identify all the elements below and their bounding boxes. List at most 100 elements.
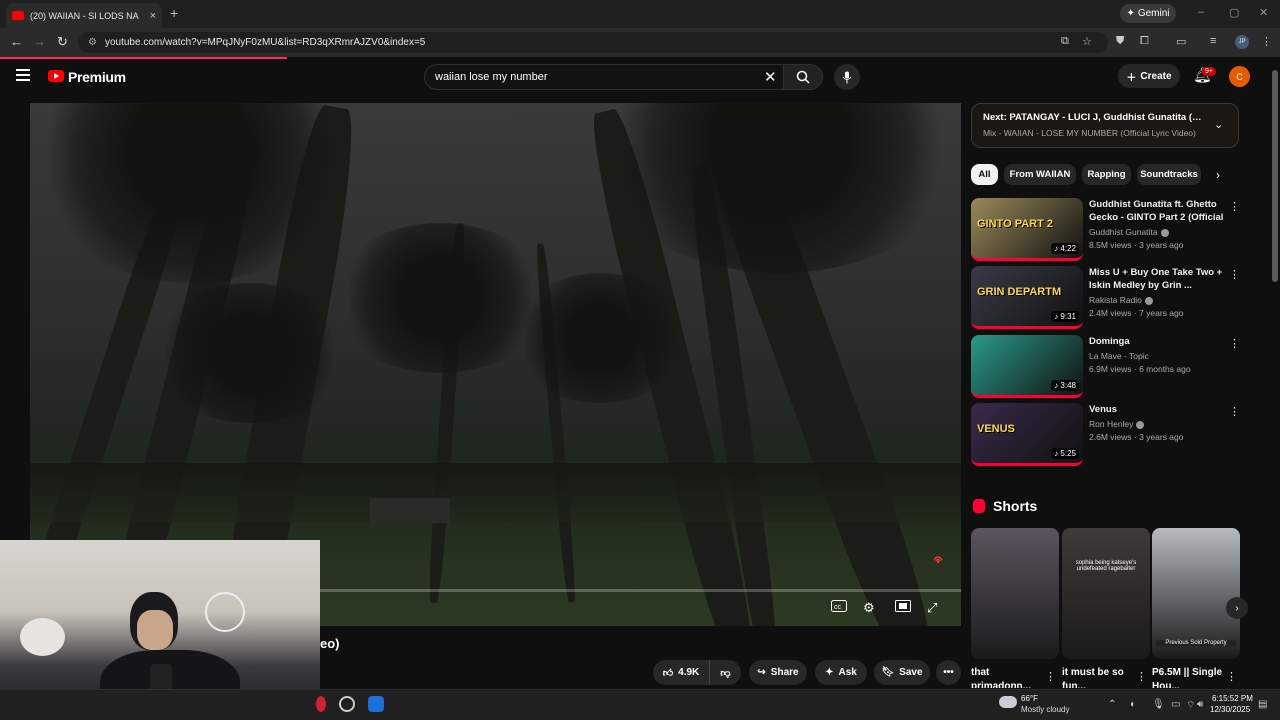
chevron-right-icon[interactable]: › <box>1216 168 1220 182</box>
recommended-video-item[interactable]: GINTO PART 2 ♪ 4:22 Guddhist Gunatita ft. … <box>971 198 1241 262</box>
save-button[interactable]: 🔖︎ Save <box>874 660 930 685</box>
like-button[interactable]: 👍︎ 4.9K <box>653 660 709 685</box>
channel-name[interactable]: Rakista Radio <box>1089 295 1153 305</box>
network-icon[interactable]: ⌔ <box>1186 699 1195 712</box>
shield-extension-icon[interactable]: ⛊ <box>1116 35 1124 48</box>
video-thumbnail[interactable]: VENUS ♪ 5:25 <box>971 403 1083 466</box>
video-duration: ♪ 4:22 <box>1051 243 1079 254</box>
search-button[interactable] <box>783 64 823 90</box>
recommended-video-item[interactable]: GRIN DEPARTM ♪ 9:31 Miss U + Buy One Take … <box>971 266 1241 330</box>
ask-button[interactable]: ✦ Ask <box>815 660 867 685</box>
browser-tab-strip <box>0 0 1280 28</box>
weather-description[interactable]: Mostly cloudy <box>1021 705 1069 714</box>
display-tray-icon[interactable]: ▭ <box>1171 699 1180 710</box>
video-title[interactable]: Dominga <box>1089 335 1224 348</box>
back-arrow-icon[interactable]: ← <box>10 34 23 49</box>
address-bar[interactable]: ⚙ youtube.com/watch?v=MPqJNyF0zMU&list=R… <box>78 32 1108 53</box>
cc-icon[interactable]: cc <box>831 600 847 615</box>
video-title[interactable]: Venus <box>1089 403 1224 416</box>
microphone-tray-icon[interactable]: 🎙︎ <box>1152 699 1165 710</box>
minimize-button[interactable]: – <box>1198 6 1204 18</box>
short-thumbnail[interactable]: sophia being katseye's undefeated rageba… <box>1062 528 1150 659</box>
gemini-button[interactable]: ✦ Gemini <box>1120 4 1176 23</box>
site-info-icon[interactable]: ⚙ <box>88 37 97 48</box>
youtube-premium-logo[interactable]: Premium <box>68 69 126 85</box>
taskbar-app-icon[interactable] <box>316 696 326 712</box>
video-duration: ♪ 9:31 <box>1051 311 1079 322</box>
video-thumbnail[interactable]: GINTO PART 2 ♪ 4:22 <box>971 198 1083 261</box>
close-window-button[interactable]: ✕ <box>1259 6 1268 19</box>
shorts-next-button[interactable]: › <box>1226 597 1248 619</box>
steam-taskbar-icon[interactable] <box>368 696 384 712</box>
search-input[interactable]: waiian lose my number <box>424 64 784 90</box>
short-title[interactable]: that primadonn... <box>971 666 1045 688</box>
tray-app-icon[interactable]: ◐ <box>1130 699 1136 710</box>
more-options-icon[interactable]: ⋮ <box>1229 337 1240 350</box>
more-actions-button[interactable]: ••• <box>936 660 961 685</box>
hamburger-menu-icon[interactable] <box>16 69 30 81</box>
recommended-video-item[interactable]: ♪ 3:48 Dominga La Mave - Topic 6.9M views ·… <box>971 335 1241 399</box>
browser-menu-icon[interactable]: ⋮ <box>1261 35 1272 48</box>
short-thumbnail[interactable]: Previous Sold Property <box>1152 528 1240 659</box>
chip-soundtracks[interactable]: Soundtracks <box>1137 164 1201 185</box>
more-options-icon[interactable]: ⋮ <box>1229 200 1240 213</box>
clear-search-icon[interactable]: ✕ <box>764 68 777 86</box>
reading-list-icon[interactable]: ≡ <box>1210 35 1216 47</box>
chip-from-waiian[interactable]: From WAIIAN <box>1004 164 1076 185</box>
scrollbar-thumb[interactable] <box>1272 70 1278 282</box>
share-button[interactable]: ↪ Share <box>749 660 807 685</box>
clock-date[interactable]: 12/30/2025 <box>1210 705 1250 714</box>
reload-icon[interactable]: ↻ <box>57 34 68 50</box>
video-title[interactable]: Guddhist Gunatita ft. Ghetto Gecko - GIN… <box>1089 198 1224 225</box>
more-options-icon[interactable]: ⋮ <box>1229 405 1240 418</box>
tray-chevron-icon[interactable]: ⌃ <box>1108 699 1116 710</box>
maximize-button[interactable]: ▢ <box>1229 6 1239 19</box>
miniplayer-icon[interactable] <box>895 600 911 615</box>
settings-gear-icon[interactable]: ⚙ <box>863 600 875 616</box>
chip-rapping[interactable]: Rapping <box>1082 164 1131 185</box>
browser-profile-avatar[interactable]: JP <box>1235 35 1249 49</box>
extensions-puzzle-icon[interactable]: ⧠ <box>1140 35 1149 48</box>
fullscreen-icon[interactable]: ⤢ <box>927 600 937 616</box>
bookmark-star-icon[interactable]: ☆ <box>1082 35 1092 48</box>
cast-icon[interactable]: ▭ <box>1176 35 1186 48</box>
verified-check-icon <box>1160 228 1169 237</box>
voice-search-button[interactable] <box>834 64 860 90</box>
short-thumbnail[interactable] <box>971 528 1059 659</box>
short-more-options-icon[interactable]: ⋮ <box>1226 670 1237 683</box>
create-button[interactable]: ＋ Create <box>1118 64 1180 88</box>
video-meta: 6.9M views · 6 months ago <box>1089 364 1191 374</box>
chevron-down-icon[interactable]: ⌄ <box>1214 118 1223 131</box>
recommended-video-item[interactable]: VENUS ♪ 5:25 Venus Ron Henley 2.6M views · 3… <box>971 403 1241 467</box>
more-options-icon[interactable]: ⋮ <box>1229 268 1240 281</box>
notification-count-badge: 9+ <box>1202 67 1216 76</box>
thumbs-up-icon: 👍︎ <box>662 667 674 679</box>
video-thumbnail[interactable]: GRIN DEPARTM ♪ 9:31 <box>971 266 1083 329</box>
browser-tab[interactable]: (20) WAIIAN - SI LODS NA × <box>6 3 162 28</box>
short-more-options-icon[interactable]: ⋮ <box>1136 670 1147 683</box>
clock-time[interactable]: 6:15:52 PM <box>1212 694 1253 703</box>
dislike-button[interactable]: 👎︎ <box>709 660 741 685</box>
user-avatar[interactable]: C <box>1229 66 1250 87</box>
notification-center-icon[interactable]: ▤ <box>1258 699 1267 710</box>
install-app-icon[interactable]: ⧉ <box>1061 35 1069 48</box>
short-title[interactable]: it must be so fun... <box>1062 666 1136 688</box>
forward-arrow-icon[interactable]: → <box>33 34 46 49</box>
channel-name[interactable]: Ron Henley <box>1089 419 1145 429</box>
new-tab-button[interactable]: + <box>170 5 178 21</box>
channel-name[interactable]: La Mave - Topic <box>1089 351 1149 361</box>
volume-icon[interactable]: 🔊︎ <box>1197 699 1203 710</box>
chip-all[interactable]: All <box>971 164 998 185</box>
youtube-favicon-icon <box>12 11 24 20</box>
video-title[interactable]: Miss U + Buy One Take Two + Iskin Medley… <box>1089 266 1224 292</box>
up-next-card[interactable] <box>971 103 1239 148</box>
youtube-logo-icon[interactable] <box>48 70 64 82</box>
short-more-options-icon[interactable]: ⋮ <box>1045 670 1056 683</box>
taskbar-app-icon[interactable] <box>339 696 355 712</box>
weather-temperature[interactable]: 66°F <box>1021 694 1038 703</box>
short-title[interactable]: P6.5M || Single Hou... <box>1152 666 1226 688</box>
video-thumbnail[interactable]: ♪ 3:48 <box>971 335 1083 398</box>
tab-close-icon[interactable]: × <box>150 10 156 22</box>
share-arrow-icon: ↪ <box>757 667 766 678</box>
channel-name[interactable]: Guddhist Gunatita <box>1089 227 1169 237</box>
